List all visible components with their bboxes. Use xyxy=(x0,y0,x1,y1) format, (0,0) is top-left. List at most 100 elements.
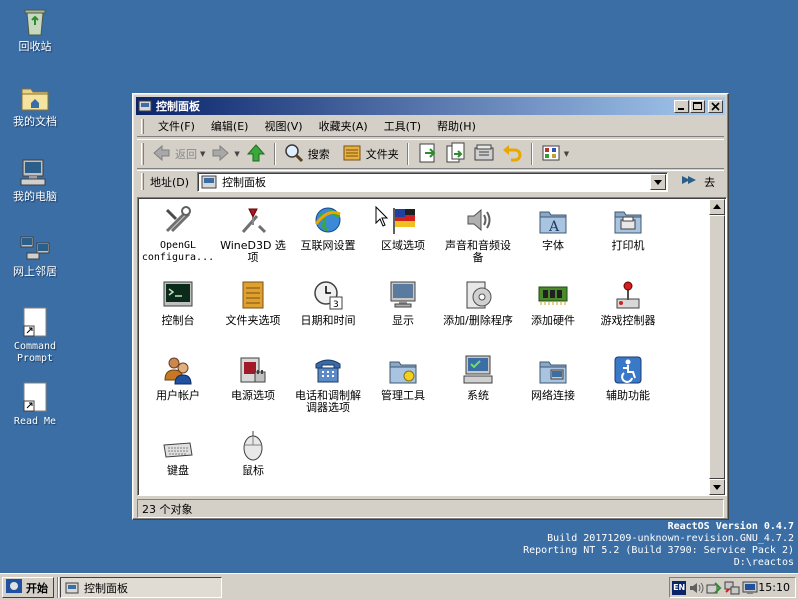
menu-file[interactable]: 文件(F) xyxy=(150,118,203,134)
move-to-icon xyxy=(417,142,439,167)
applet-label: 打印机 xyxy=(611,239,645,252)
menu-tools[interactable]: 工具(T) xyxy=(376,118,429,134)
applet-phone-modem[interactable]: 电话和调制解调器选项 xyxy=(290,354,366,414)
applet-label: 显示 xyxy=(392,314,414,327)
menu-favorites[interactable]: 收藏夹(A) xyxy=(311,118,376,134)
applet-label: 电源选项 xyxy=(231,389,275,402)
clock[interactable]: 15:10 xyxy=(758,581,790,594)
applet-admin-tools[interactable]: 管理工具 xyxy=(365,354,441,402)
scroll-up-button[interactable] xyxy=(709,199,725,215)
menu-bar-grip[interactable] xyxy=(141,118,144,134)
fonts-icon: A xyxy=(537,204,569,236)
applet-display[interactable]: 显示 xyxy=(365,279,441,327)
move-to-button[interactable] xyxy=(414,142,442,166)
address-bar: 地址(D) 控制面板 去 xyxy=(137,170,724,192)
delete-icon xyxy=(473,142,495,167)
shortcut-icon xyxy=(19,381,51,413)
scroll-down-button[interactable] xyxy=(709,479,725,495)
address-bar-grip[interactable] xyxy=(141,173,144,190)
start-button[interactable]: 开始 xyxy=(2,577,54,598)
desktop-icon-label: 网上邻居 xyxy=(13,265,57,278)
back-button[interactable]: 返回 ▼ xyxy=(148,142,208,166)
vertical-scrollbar[interactable] xyxy=(709,199,725,495)
applet-label: 键盘 xyxy=(167,464,189,477)
scroll-thumb[interactable] xyxy=(709,215,725,479)
search-label: 搜索 xyxy=(307,148,330,161)
applet-network-connections[interactable]: 网络连接 xyxy=(515,354,591,402)
desktop-icon-recycle-bin[interactable]: 回收站 xyxy=(4,6,66,53)
applet-fonts[interactable]: A 字体 xyxy=(515,204,591,252)
applet-wined3d[interactable]: WineD3D 选项 xyxy=(215,204,291,264)
network-places-icon xyxy=(19,231,51,263)
toolbar-grip[interactable] xyxy=(141,143,144,165)
maximize-button[interactable] xyxy=(690,99,705,113)
applet-sound[interactable]: 声音和音频设备 xyxy=(440,204,516,264)
copy-to-button[interactable] xyxy=(442,142,470,166)
search-button[interactable]: 搜索 xyxy=(281,142,333,166)
chevron-down-icon[interactable]: ▼ xyxy=(200,150,205,158)
applet-folder-options[interactable]: 文件夹选项 xyxy=(215,279,291,327)
chevron-down-icon[interactable]: ▼ xyxy=(234,150,239,158)
applet-label: 网络连接 xyxy=(531,389,575,402)
taskbar-grip[interactable] xyxy=(57,577,59,598)
desktop-icon-label: Command Prompt xyxy=(13,341,57,364)
go-button[interactable]: 去 xyxy=(680,171,715,192)
applet-console[interactable]: 控制台 xyxy=(140,279,216,327)
applet-add-hardware[interactable]: 添加硬件 xyxy=(515,279,591,327)
desktop-icon-network[interactable]: 网上邻居 xyxy=(4,231,66,278)
menu-bar: 文件(F) 编辑(E) 视图(V) 收藏夹(A) 工具(T) 帮助(H) xyxy=(137,116,724,137)
volume-icon[interactable] xyxy=(688,580,704,596)
applet-label: WineD3D 选项 xyxy=(220,239,286,264)
menu-edit[interactable]: 编辑(E) xyxy=(203,118,257,134)
applet-date-time[interactable]: 3 日期和时间 xyxy=(290,279,366,327)
applet-mouse[interactable]: 鼠标 xyxy=(215,429,291,477)
applet-opengl[interactable]: OpenGL configura... xyxy=(140,204,216,264)
applet-label: OpenGL configura... xyxy=(141,240,215,263)
desktop-icon-my-documents[interactable]: 我的文档 xyxy=(4,81,66,128)
search-icon xyxy=(284,143,304,166)
applet-user-accounts[interactable]: 用户帐户 xyxy=(140,354,216,402)
applet-accessibility[interactable]: 辅助功能 xyxy=(590,354,666,402)
safely-remove-hardware-icon[interactable] xyxy=(706,580,722,596)
forward-arrow-icon xyxy=(211,143,231,166)
applet-game-controllers[interactable]: 游戏控制器 xyxy=(590,279,666,327)
desktop-icon-my-computer[interactable]: 我的电脑 xyxy=(4,156,66,203)
applet-printers[interactable]: 打印机 xyxy=(590,204,666,252)
address-dropdown-button[interactable] xyxy=(650,173,667,190)
applet-power-options[interactable]: 电源选项 xyxy=(215,354,291,402)
minimize-button[interactable] xyxy=(674,99,689,113)
language-indicator[interactable]: EN xyxy=(672,580,687,595)
up-button[interactable] xyxy=(243,142,269,166)
desktop-icon-read-me[interactable]: Read Me xyxy=(4,381,66,428)
desktop-icon-command-prompt[interactable]: Command Prompt xyxy=(4,306,66,365)
power-options-icon xyxy=(237,354,269,386)
applet-system[interactable]: 系统 xyxy=(440,354,516,402)
delete-button[interactable] xyxy=(470,142,498,166)
menu-view[interactable]: 视图(V) xyxy=(256,118,310,134)
views-button[interactable]: ▼ xyxy=(538,142,572,166)
applet-keyboard[interactable]: 键盘 xyxy=(140,429,216,477)
up-arrow-icon xyxy=(246,143,266,166)
menu-help[interactable]: 帮助(H) xyxy=(429,118,484,134)
start-label: 开始 xyxy=(26,581,48,595)
network-status-icon[interactable] xyxy=(724,580,740,596)
applet-internet-settings[interactable]: 互联网设置 xyxy=(290,204,366,252)
display-status-icon[interactable] xyxy=(742,580,758,596)
forward-button[interactable]: ▼ xyxy=(208,142,242,166)
toolbar-separator xyxy=(273,143,276,165)
close-button[interactable] xyxy=(708,99,723,113)
sound-icon xyxy=(462,204,494,236)
taskbar-button-control-panel[interactable]: 控制面板 xyxy=(60,577,222,598)
applet-label: 添加硬件 xyxy=(531,314,575,327)
status-text: 23 个对象 xyxy=(142,502,193,516)
title-bar[interactable]: 控制面板 xyxy=(136,97,725,115)
applet-label: 区域选项 xyxy=(381,239,425,252)
build-info-line: Build 20171209-unknown-revision.GNU_4.7.… xyxy=(547,533,794,544)
accessibility-icon xyxy=(612,354,644,386)
folders-button[interactable]: 文件夹 xyxy=(339,142,402,166)
chevron-down-icon[interactable]: ▼ xyxy=(564,150,569,158)
undo-button[interactable] xyxy=(498,142,526,166)
address-input[interactable]: 控制面板 xyxy=(197,171,669,192)
recycle-bin-icon xyxy=(19,6,51,38)
applet-add-remove-programs[interactable]: 添加/删除程序 xyxy=(440,279,516,327)
